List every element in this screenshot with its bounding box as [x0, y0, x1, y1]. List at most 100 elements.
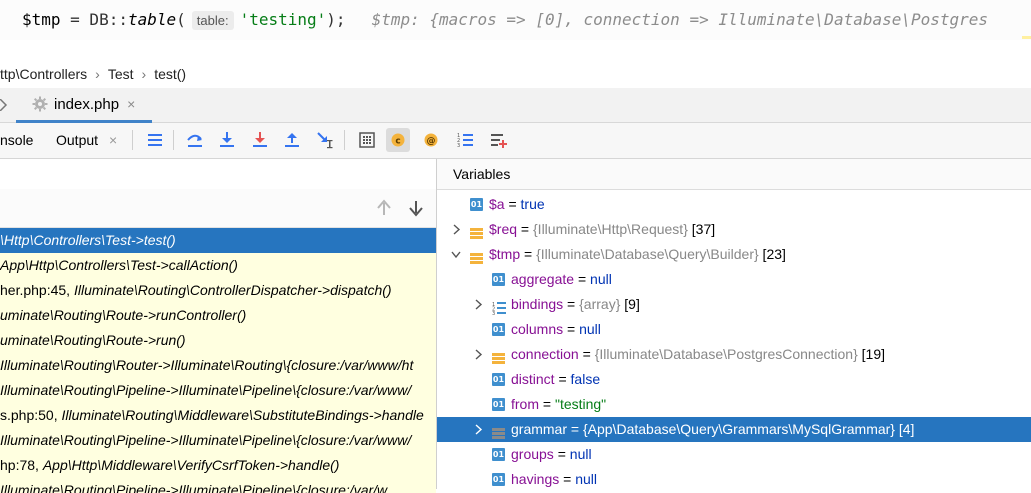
frame-row[interactable]: Illuminate\Routing\Router->Illuminate\Ro…: [0, 353, 436, 378]
frame-method: Illuminate\Routing\Pipeline->Illuminate\…: [0, 482, 388, 493]
variable-name: connection: [511, 346, 579, 362]
variable-name: aggregate: [511, 271, 575, 287]
variable-child-count: [37]: [687, 221, 716, 237]
frame-row[interactable]: Illuminate\Routing\Pipeline->Illuminate\…: [0, 378, 436, 403]
parameter-hint: table:: [191, 11, 234, 30]
variable-child-count: [23]: [758, 246, 786, 262]
svg-text:3: 3: [492, 311, 495, 315]
variable-value: false: [570, 371, 601, 387]
variable-row[interactable]: 01 from = "testing": [437, 392, 1031, 417]
primitive-value-icon: 01: [470, 198, 483, 211]
force-step-into-icon[interactable]: [248, 128, 272, 152]
breadcrumb-item[interactable]: Test: [108, 66, 134, 82]
breadcrumb-separator-icon: ›: [95, 66, 100, 82]
variable-type: {Illuminate\Database\Query\Builder}: [536, 246, 759, 262]
variable-value: true: [520, 196, 545, 212]
variable-value: "testing": [554, 396, 607, 412]
frame-method: App\Http\Controllers\Test->callAction(): [0, 257, 238, 273]
frames-icon[interactable]: 123: [453, 128, 477, 152]
tab-label: index.php: [54, 95, 120, 113]
variable-equals: =: [517, 221, 533, 237]
tab-output[interactable]: Output: [56, 132, 98, 148]
frame-row[interactable]: s.php:50, Illuminate\Routing\Middleware\…: [0, 403, 436, 428]
variable-row[interactable]: $tmp = {Illuminate\Database\Query\Builde…: [437, 242, 1031, 267]
variable-row[interactable]: 1 2 3 bindings = {array} [9]: [437, 292, 1031, 317]
step-over-icon[interactable]: [183, 128, 207, 152]
frame-row[interactable]: uminate\Routing\Route->run(): [0, 328, 436, 353]
variable-name: columns: [511, 321, 564, 337]
frame-row[interactable]: uminate\Routing\Route->runController(): [0, 303, 436, 328]
frame-row[interactable]: Illuminate\Routing\Pipeline->Illuminate\…: [0, 428, 436, 453]
frame-row[interactable]: her.php:45, Illuminate\Routing\Controlle…: [0, 278, 436, 303]
debug-toolbar: nsole Output × c @ 123: [0, 123, 1031, 159]
inline-debug-value: $tmp: {macros => [0], connection => Illu…: [371, 10, 989, 29]
run-to-cursor-icon[interactable]: [313, 128, 337, 152]
add-watch-icon[interactable]: [487, 128, 511, 152]
coverage-icon[interactable]: c: [386, 128, 410, 152]
variable-row[interactable]: connection = {Illuminate\Database\Postgr…: [437, 342, 1031, 367]
previous-frame-icon[interactable]: [376, 199, 392, 220]
variable-equals: =: [554, 371, 571, 387]
tab-close-icon[interactable]: ×: [127, 96, 135, 112]
svg-text:@: @: [427, 137, 436, 147]
code-paren-open: (: [176, 10, 186, 29]
frame-method: Illuminate\Routing\Middleware\Substitute…: [61, 407, 424, 423]
tab-index-php[interactable]: index.php ×: [16, 88, 152, 123]
tab-console[interactable]: nsole: [0, 132, 33, 148]
object-icon: [470, 248, 483, 264]
frame-row[interactable]: App\Http\Controllers\Test->callAction(): [0, 253, 436, 278]
variable-row[interactable]: $req = {Illuminate\Http\Request} [37]: [437, 217, 1031, 242]
step-out-icon[interactable]: [280, 128, 304, 152]
frames-navigation: [0, 189, 436, 228]
next-frame-icon[interactable]: [408, 199, 424, 220]
breadcrumb-item[interactable]: test(): [154, 66, 186, 82]
variable-name: $a: [489, 196, 505, 212]
variable-row[interactable]: 01 columns = null: [437, 317, 1031, 342]
object-icon: [492, 423, 505, 439]
variable-equals: =: [563, 321, 580, 337]
variable-equals: =: [553, 446, 570, 462]
menu-icon[interactable]: [143, 128, 167, 152]
evaluate-icon[interactable]: [355, 128, 379, 152]
frame-method: Illuminate\Routing\ControllerDispatcher-…: [73, 282, 392, 298]
frames-header: [0, 159, 436, 189]
primitive-value-icon: 01: [492, 373, 505, 386]
variable-row[interactable]: grammar = {App\Database\Query\Grammars\M…: [437, 417, 1031, 442]
tab-overflow-indicator: [0, 98, 8, 112]
frame-row[interactable]: hp:78, App\Http\Middleware\VerifyCsrfTok…: [0, 453, 436, 478]
variable-row[interactable]: 01 distinct = false: [437, 367, 1031, 392]
variable-name: $req: [489, 221, 518, 237]
step-into-icon[interactable]: [215, 128, 239, 152]
breadcrumb-item[interactable]: ttp\Controllers: [0, 66, 87, 82]
php-file-gear-icon: [32, 96, 48, 112]
variable-equals: =: [567, 421, 583, 437]
variable-equals: =: [559, 471, 576, 487]
variable-equals: =: [539, 396, 555, 412]
svg-text:3: 3: [457, 143, 460, 148]
variable-row[interactable]: 01 havings = null: [437, 467, 1031, 492]
variable-child-count: [4]: [894, 421, 915, 437]
variable-type: {App\Database\Query\Grammars\MySqlGramma…: [582, 421, 895, 437]
frame-row[interactable]: Illuminate\Routing\Pipeline->Illuminate\…: [0, 478, 436, 493]
variable-child-count: [9]: [620, 296, 640, 312]
toolbar-divider: [344, 130, 345, 150]
svg-text:c: c: [395, 137, 400, 147]
code-string-arg: 'testing': [239, 10, 327, 29]
frame-method: Illuminate\Routing\Pipeline->Illuminate\…: [0, 432, 412, 448]
watch-icon[interactable]: @: [419, 128, 443, 152]
variable-value: null: [575, 471, 598, 487]
frame-row[interactable]: \Http\Controllers\Test->test(): [0, 228, 436, 253]
output-close-icon[interactable]: ×: [109, 132, 117, 148]
primitive-value-icon: 01: [492, 323, 505, 336]
variable-equals: =: [574, 271, 591, 287]
variable-name: from: [511, 396, 539, 412]
frame-method: App\Http\Middleware\VerifyCsrfToken->han…: [42, 457, 340, 473]
variable-row[interactable]: 01 aggregate = null: [437, 267, 1031, 292]
code-function: table: [127, 10, 177, 29]
variable-row[interactable]: 01 $a = true: [437, 192, 1031, 217]
toolbar-divider: [132, 130, 133, 150]
frame-method: Illuminate\Routing\Router->Illuminate\Ro…: [0, 357, 414, 373]
primitive-value-icon: 01: [492, 273, 505, 286]
variable-row[interactable]: 01 groups = null: [437, 442, 1031, 467]
code-variable: $tmp: [22, 10, 61, 29]
